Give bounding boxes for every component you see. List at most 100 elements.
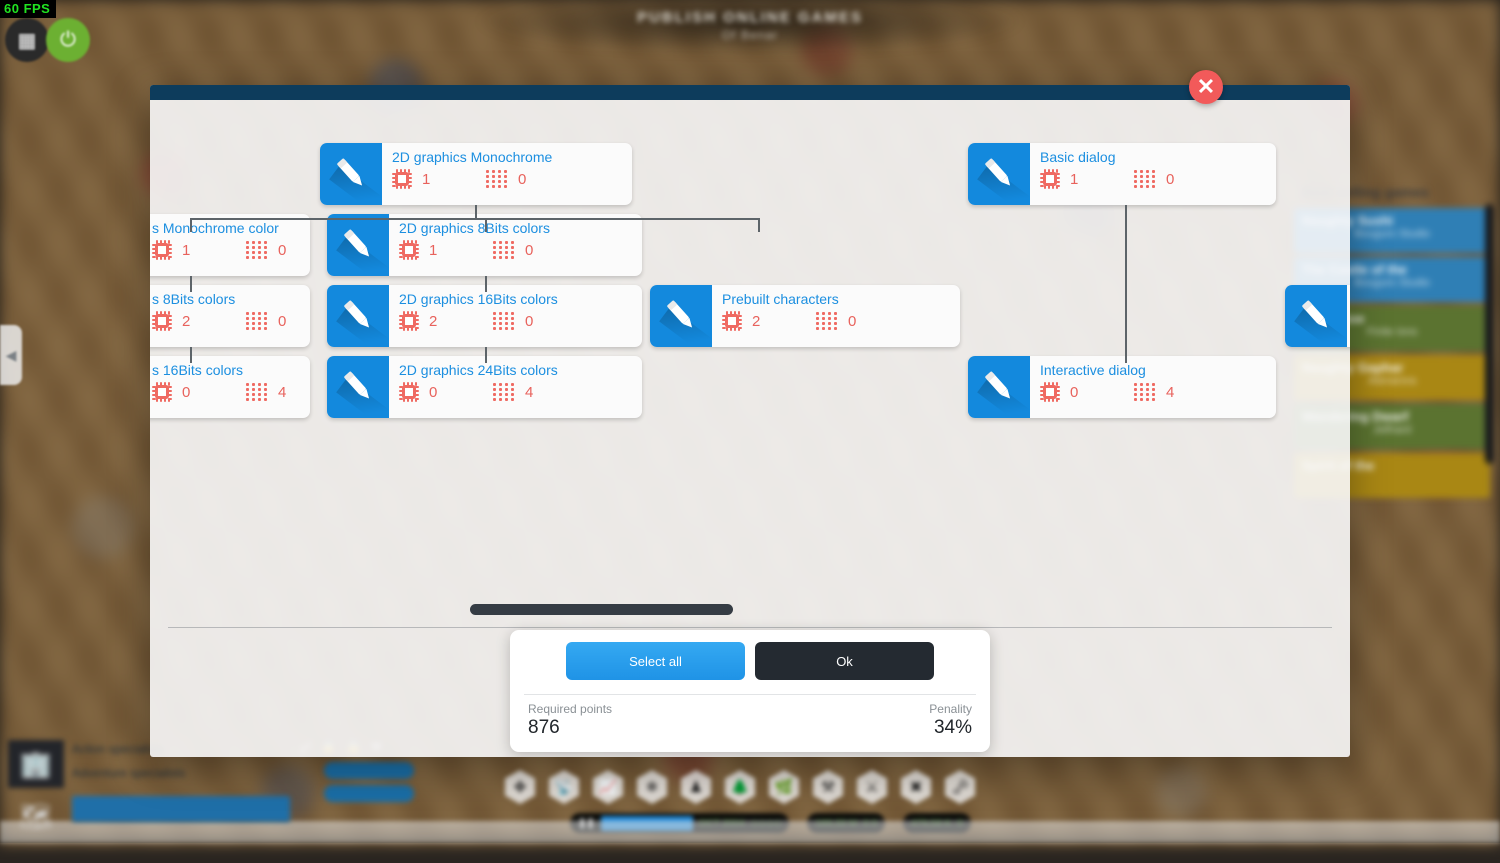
tech-node-stats: 20	[722, 311, 950, 331]
technology-tree-canvas[interactable]: 2D graphics Monochrome10s Monochrome col…	[150, 99, 1350, 679]
tech-node[interactable]: 2D graphics 16Bits colors 2 0	[327, 285, 642, 347]
move-icon[interactable]: ✥	[505, 770, 535, 804]
tree-connector	[485, 347, 487, 363]
person-icon[interactable]: ♟	[681, 770, 711, 804]
pixel-grid-icon	[493, 241, 515, 259]
tech-node[interactable]: Interactive dialog04	[968, 356, 1276, 418]
cpu-stat: 1	[152, 240, 192, 260]
tech-node-stats: 10	[152, 240, 300, 260]
pixel-grid-icon	[816, 312, 838, 330]
cpu-stat: 2	[399, 311, 439, 331]
cpu-value: 1	[1070, 171, 1080, 188]
fps-counter: 60 FPS	[0, 0, 56, 18]
pixel-stat: 4	[1134, 383, 1176, 401]
pencil-icon	[320, 143, 382, 205]
tech-node-title: 2D graphics Monochrome	[392, 149, 622, 165]
cpu-stat: 1	[1040, 169, 1080, 189]
tech-node-stats: 20	[152, 311, 300, 331]
tech-node-title: s 16Bits colors	[152, 362, 300, 378]
sidebar-scrollbar[interactable]	[1485, 204, 1494, 464]
tech-node-body: s Monochrome color10	[150, 214, 310, 276]
tools-icon[interactable]: ⚒	[813, 770, 843, 804]
horizontal-scrollbar[interactable]	[320, 604, 1330, 616]
grid-icon[interactable]: ▦	[5, 18, 49, 62]
tech-node-stats: 10	[399, 240, 632, 260]
technology-tree-dialog: 2D graphics Monochrome10s Monochrome col…	[150, 85, 1350, 757]
tree-connector	[485, 218, 487, 232]
pixel-stat: 0	[493, 312, 535, 330]
cpu-chip-icon	[1040, 169, 1060, 189]
ok-button[interactable]: Ok	[755, 642, 934, 680]
power-icon[interactable]: ⏻	[46, 18, 90, 62]
close-icon[interactable]: ✕	[1189, 70, 1223, 104]
swords-icon[interactable]: ⚔	[857, 770, 887, 804]
cpu-stat: 0	[152, 382, 192, 402]
tech-node[interactable]: 2D graphics Monochrome 10	[320, 143, 632, 205]
tech-node-body: 2D graphics 24Bits colors04	[389, 356, 642, 418]
plant-icon[interactable]: 🌿	[769, 770, 799, 804]
pixel-stat: 0	[246, 312, 288, 330]
required-points-value: 876	[528, 717, 612, 739]
cpu-stat: 0	[1040, 382, 1080, 402]
building-icon[interactable]: 🏢	[8, 740, 64, 788]
tree-connector	[758, 218, 760, 232]
specialists-selected-row[interactable]	[72, 796, 290, 822]
cpu-value: 1	[429, 242, 439, 259]
cpu-chip-icon	[399, 382, 419, 402]
pixel-stat: 0	[486, 170, 528, 188]
tech-node-title: 2D graphics 8Bits colors	[399, 220, 632, 236]
tree-connector	[190, 218, 760, 220]
tech-node-stats: 10	[1040, 169, 1266, 189]
pixel-grid-icon	[1134, 170, 1156, 188]
tech-node-body: Basic dialog10	[1030, 143, 1276, 205]
pixel-value: 0	[525, 242, 535, 259]
tech-node[interactable]: s Monochrome color10	[150, 214, 310, 276]
cpu-value: 2	[752, 313, 762, 330]
snowflake-icon[interactable]: ❄	[637, 770, 667, 804]
tech-node-title: 2D graphics 16Bits colors	[399, 291, 632, 307]
penality-label: Penality	[929, 702, 972, 716]
tech-node[interactable]	[1285, 285, 1350, 347]
cpu-stat: 1	[399, 240, 439, 260]
pencil-icon	[968, 143, 1030, 205]
pixel-grid-icon	[246, 312, 268, 330]
pixel-grid-icon	[486, 170, 508, 188]
tree-connector	[1125, 205, 1127, 363]
page-subtitle: Of Benar	[0, 28, 1500, 42]
left-edge-collapse-tab[interactable]: ◀	[0, 325, 22, 385]
tech-node[interactable]: Prebuilt characters20	[650, 285, 960, 347]
select-all-button[interactable]: Select all	[566, 642, 745, 680]
tree-connector	[190, 276, 192, 292]
list-item[interactable]: Adventure specialists	[72, 766, 272, 780]
tech-node[interactable]: 2D graphics 24Bits colors04	[327, 356, 642, 418]
tree-icon[interactable]: 🌲	[725, 770, 755, 804]
required-points-block: Required points 876	[528, 702, 612, 739]
tech-node-stats: 10	[392, 169, 622, 189]
pencil-icon	[1285, 285, 1347, 347]
scrollbar-thumb[interactable]	[470, 604, 733, 615]
tech-node-body: Interactive dialog04	[1030, 356, 1276, 418]
penality-block: Penality 34%	[929, 702, 972, 739]
tech-node[interactable]: s 16Bits colors04	[150, 356, 310, 418]
tech-node[interactable]: Basic dialog10	[968, 143, 1276, 205]
penality-value: 34%	[929, 717, 972, 739]
tech-node-body: 2D graphics 8Bits colors10	[389, 214, 642, 276]
map-icon[interactable]: 🗺	[8, 792, 64, 840]
tech-node-body: Prebuilt characters20	[712, 285, 960, 347]
cpu-chip-icon	[722, 311, 742, 331]
pixel-stat: 0	[493, 241, 535, 259]
cpu-chip-icon	[399, 311, 419, 331]
tech-node[interactable]: s 8Bits colors20	[150, 285, 310, 347]
key-icon[interactable]: 🗝	[945, 770, 975, 804]
dialog-header-bar	[150, 85, 1350, 100]
cpu-value: 2	[429, 313, 439, 330]
broadcast-icon[interactable]: 📡	[549, 770, 579, 804]
top-title-block: PUBLISH ONLINE GAMES Of Benar	[0, 9, 1500, 42]
summary-stats: Required points 876 Penality 34%	[510, 695, 990, 739]
pixel-stat: 0	[816, 312, 858, 330]
cpu-value: 1	[182, 242, 192, 259]
net-icon[interactable]: ✖	[901, 770, 931, 804]
chart-icon[interactable]: 📈	[593, 770, 623, 804]
cpu-chip-icon	[152, 311, 172, 331]
pixel-grid-icon	[1134, 383, 1156, 401]
